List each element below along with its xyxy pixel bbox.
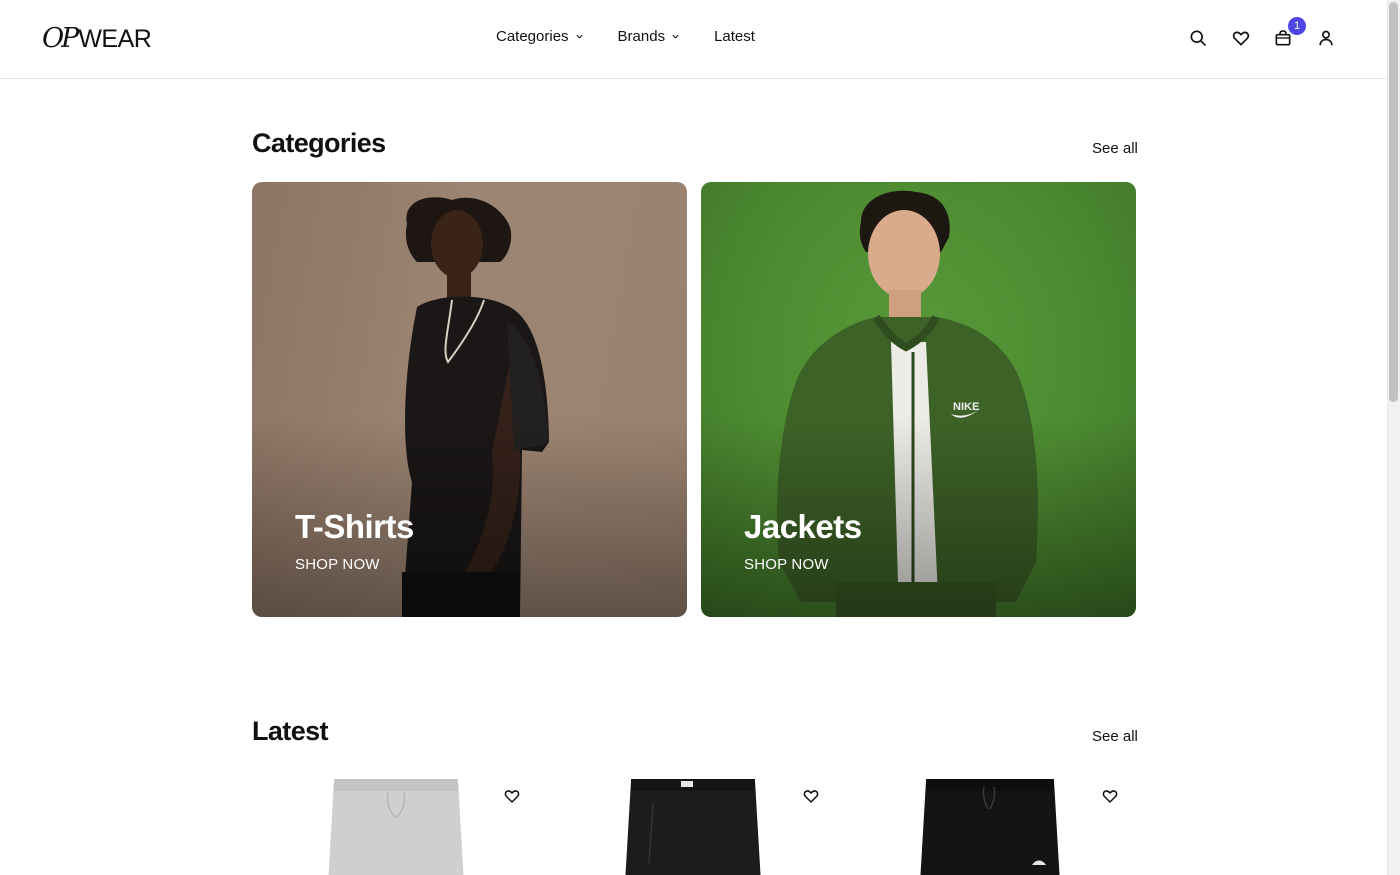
nav-latest-label: Latest (714, 28, 755, 45)
category-card-tshirts[interactable]: T-Shirts SHOP NOW (252, 182, 687, 617)
page-scrollbar[interactable] (1387, 0, 1400, 875)
site-header: OP WEAR Categories Brands Latest (0, 0, 1387, 79)
wishlist-button[interactable] (1229, 26, 1253, 50)
wishlist-toggle[interactable] (1099, 785, 1121, 807)
category-card-jackets[interactable]: NIKE Jackets SHOP NOW (701, 182, 1136, 617)
nav-categories[interactable]: Categories (496, 28, 584, 45)
product-card[interactable] (850, 765, 1140, 875)
wishlist-toggle[interactable] (800, 785, 822, 807)
heart-icon (1232, 31, 1250, 46)
product-image (328, 779, 464, 875)
product-image (920, 779, 1060, 875)
search-icon (1190, 30, 1206, 46)
categories-see-all-link[interactable]: See all (1092, 140, 1138, 157)
logo-script: OP (42, 23, 79, 54)
header-actions (1186, 26, 1338, 50)
cart-count-badge: 1 (1288, 17, 1306, 35)
categories-title: Categories (252, 128, 386, 158)
nav-brands-label: Brands (617, 28, 666, 45)
latest-see-all-link[interactable]: See all (1092, 728, 1138, 745)
nav-brands[interactable]: Brands (618, 28, 681, 45)
chevron-down-icon (575, 34, 583, 39)
account-button[interactable] (1314, 26, 1338, 50)
shop-now-link[interactable]: SHOP NOW (295, 556, 380, 573)
category-card-title: T-Shirts (295, 508, 414, 545)
product-image (625, 779, 761, 875)
heart-icon (1102, 790, 1118, 803)
chevron-down-icon (672, 34, 679, 39)
user-icon (1319, 30, 1333, 46)
scrollbar-thumb[interactable] (1389, 2, 1398, 402)
main-nav: Categories Brands Latest (496, 28, 755, 45)
heart-icon (803, 790, 819, 803)
latest-title: Latest (252, 716, 329, 746)
logo-text: WEAR (78, 25, 152, 53)
wishlist-toggle[interactable] (501, 785, 523, 807)
product-card[interactable] (551, 765, 841, 875)
svg-text:NIKE: NIKE (953, 401, 979, 413)
brand-logo[interactable]: OP WEAR (42, 23, 152, 54)
heart-icon (504, 790, 520, 803)
category-card-title: Jackets (744, 508, 862, 545)
shop-now-link[interactable]: SHOP NOW (744, 556, 829, 573)
product-card[interactable] (252, 765, 542, 875)
search-button[interactable] (1186, 26, 1210, 50)
nav-latest[interactable]: Latest (714, 28, 755, 45)
nav-categories-label: Categories (496, 28, 569, 45)
